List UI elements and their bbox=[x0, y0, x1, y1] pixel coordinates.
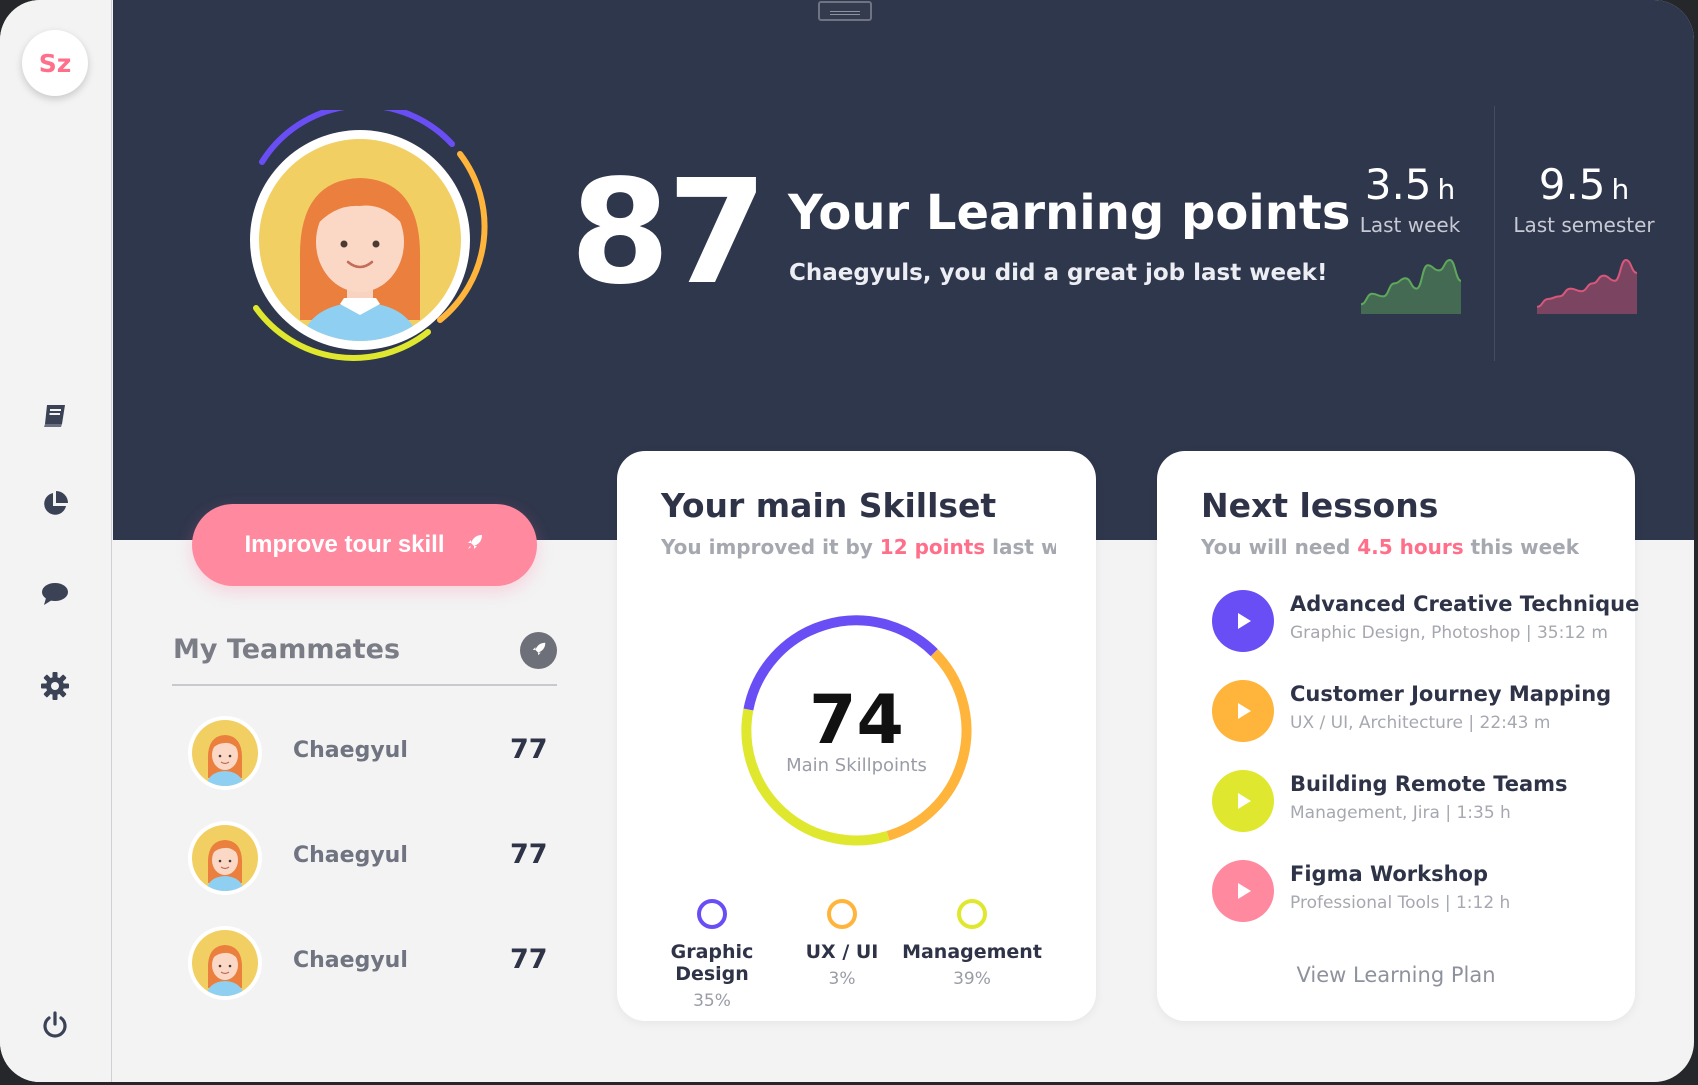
legend-item-management: Management 39% bbox=[897, 899, 1047, 989]
lesson-title: Building Remote Teams bbox=[1290, 772, 1568, 796]
avatar bbox=[188, 716, 262, 790]
improve-skill-button[interactable]: Improve tour skill bbox=[192, 504, 537, 586]
skillset-subtitle: You improved it by 12 points last week bbox=[661, 535, 1056, 559]
app-logo[interactable]: Sz bbox=[22, 30, 88, 96]
hero-subtitle: Chaegyuls, you did a great job last week… bbox=[789, 260, 1328, 286]
subtitle-highlight: 12 points bbox=[879, 535, 986, 559]
subtitle-text: You improved it by bbox=[661, 535, 880, 559]
skillpoints-value: 74 bbox=[809, 681, 904, 760]
play-icon[interactable] bbox=[1212, 680, 1274, 742]
legend-ring bbox=[957, 899, 987, 929]
legend-percent: 39% bbox=[953, 969, 991, 989]
sidebar: Sz bbox=[0, 0, 112, 1082]
subtitle-text: You will need bbox=[1201, 535, 1358, 559]
subtitle-text: last week bbox=[992, 535, 1056, 559]
power-icon[interactable] bbox=[38, 1008, 72, 1042]
teammates-divider bbox=[172, 684, 557, 686]
lesson-item[interactable]: Customer Journey Mapping UX / UI, Archit… bbox=[1212, 680, 1612, 742]
learning-points-score: 87 bbox=[570, 148, 767, 316]
avatar bbox=[188, 926, 262, 1000]
play-icon[interactable] bbox=[1212, 860, 1274, 922]
lesson-title: Customer Journey Mapping bbox=[1290, 682, 1612, 706]
play-icon[interactable] bbox=[1212, 590, 1274, 652]
lesson-item[interactable]: Figma Workshop Professional Tools | 1:12… bbox=[1212, 860, 1612, 922]
stat-last-week: 3.5 h Last week bbox=[1330, 160, 1490, 237]
lesson-meta: Professional Tools | 1:12 h bbox=[1290, 893, 1511, 913]
lesson-meta: Management, Jira | 1:35 h bbox=[1290, 803, 1511, 823]
improve-skill-label: Improve tour skill bbox=[244, 531, 445, 558]
teammate-row[interactable]: Chaegyul 77 bbox=[188, 821, 568, 895]
lessons-subtitle: You will need 4.5 hours this week bbox=[1201, 535, 1579, 559]
teammate-row[interactable]: Chaegyul 77 bbox=[188, 926, 568, 1000]
lesson-meta: Graphic Design, Photoshop | 35:12 m bbox=[1290, 623, 1608, 643]
teammate-name: Chaegyul bbox=[293, 948, 408, 973]
legend-name: Graphic Design bbox=[670, 941, 754, 985]
profile-avatar bbox=[248, 102, 493, 370]
stat-unit: h bbox=[1437, 173, 1456, 206]
teammate-points: 77 bbox=[510, 734, 548, 765]
window-drag-handle[interactable] bbox=[818, 1, 872, 21]
sparkline-area bbox=[1361, 260, 1461, 314]
lesson-meta: UX / UI, Architecture | 22:43 m bbox=[1290, 713, 1551, 733]
legend-name: Management bbox=[902, 941, 1042, 963]
legend-item-graphic-design: Graphic Design 35% bbox=[637, 899, 787, 1011]
play-icon[interactable] bbox=[1212, 770, 1274, 832]
rocket-icon bbox=[530, 640, 548, 662]
stat-last-semester: 9.5 h Last semester bbox=[1504, 160, 1664, 237]
sparkline-last-week bbox=[1360, 258, 1462, 314]
dashboard-window: Sz 87 Your Learning points Chaegyuls, yo… bbox=[0, 0, 1694, 1082]
rocket-icon bbox=[465, 531, 485, 559]
stat-value: 3.5 bbox=[1364, 160, 1432, 209]
stat-value: 9.5 bbox=[1538, 160, 1606, 209]
gear-icon[interactable] bbox=[38, 669, 72, 703]
next-lessons-card: Next lessons You will need 4.5 hours thi… bbox=[1157, 451, 1639, 1021]
lesson-item[interactable]: Advanced Creative Technique Graphic Desi… bbox=[1212, 590, 1639, 652]
stat-label: Last week bbox=[1359, 213, 1461, 237]
subtitle-text: this week bbox=[1463, 535, 1580, 559]
skillset-card: Your main Skillset You improved it by 12… bbox=[617, 451, 1096, 1021]
lesson-item[interactable]: Building Remote Teams Management, Jira |… bbox=[1212, 770, 1612, 832]
view-learning-plan-link[interactable]: View Learning Plan bbox=[1157, 963, 1635, 987]
teammate-points: 77 bbox=[510, 944, 548, 975]
teammates-title: My Teammates bbox=[173, 634, 401, 665]
stat-unit: h bbox=[1611, 173, 1630, 206]
legend-ring bbox=[827, 899, 857, 929]
app-frame: Sz 87 Your Learning points Chaegyuls, yo… bbox=[0, 0, 1698, 1085]
teammates-action-button[interactable] bbox=[520, 632, 557, 669]
book-icon[interactable] bbox=[38, 398, 72, 432]
stats-divider bbox=[1494, 106, 1495, 361]
teammate-row[interactable]: Chaegyul 77 bbox=[188, 716, 568, 790]
legend-item-ux-ui: UX / UI 3% bbox=[767, 899, 917, 989]
lessons-title: Next lessons bbox=[1201, 486, 1439, 525]
legend-percent: 3% bbox=[828, 969, 856, 989]
skillpoints-label: Main Skillpoints bbox=[786, 755, 927, 776]
legend-percent: 35% bbox=[693, 991, 731, 1011]
chat-icon[interactable] bbox=[38, 577, 72, 611]
lesson-title: Advanced Creative Technique bbox=[1290, 592, 1640, 616]
teammate-name: Chaegyul bbox=[293, 843, 408, 868]
sparkline-last-semester bbox=[1536, 258, 1638, 314]
legend-name: UX / UI bbox=[805, 941, 879, 963]
stat-label: Last semester bbox=[1513, 213, 1655, 237]
subtitle-highlight: 4.5 hours bbox=[1357, 535, 1464, 559]
teammate-name: Chaegyul bbox=[293, 738, 408, 763]
avatar bbox=[188, 821, 262, 895]
skillset-title: Your main Skillset bbox=[661, 486, 997, 525]
hero-title: Your Learning points bbox=[788, 185, 1351, 241]
pie-chart-icon[interactable] bbox=[38, 487, 72, 521]
teammate-points: 77 bbox=[510, 839, 548, 870]
lesson-title: Figma Workshop bbox=[1290, 862, 1489, 886]
legend-ring bbox=[697, 899, 727, 929]
